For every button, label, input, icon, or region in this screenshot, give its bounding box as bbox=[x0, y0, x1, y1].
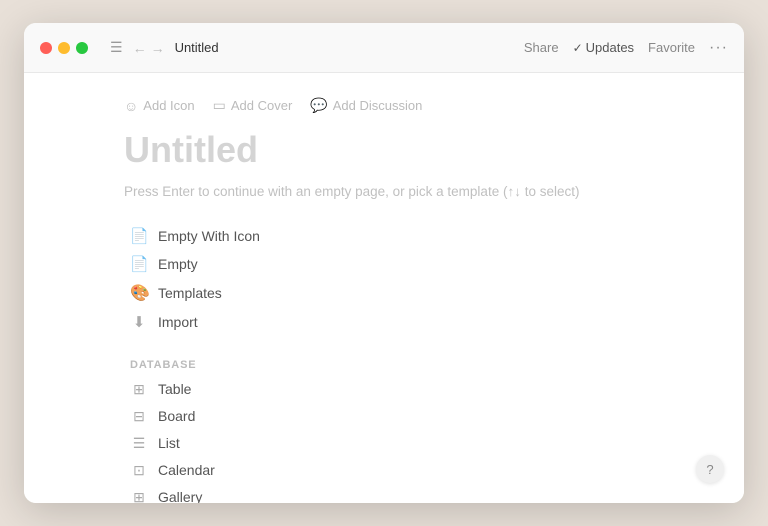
import-icon: ⬇ bbox=[130, 313, 148, 331]
menu-icon[interactable]: ☰ bbox=[110, 39, 123, 56]
close-button[interactable] bbox=[40, 42, 52, 54]
minimize-button[interactable] bbox=[58, 42, 70, 54]
empty-item[interactable]: 📄 Empty bbox=[124, 251, 644, 277]
database-list: ⊞ Table ⊟ Board ☰ List ⊡ Calendar ⊞ Ga bbox=[124, 377, 644, 503]
share-button[interactable]: Share bbox=[524, 40, 559, 55]
titlebar-left: ☰ ← → Untitled bbox=[40, 39, 219, 56]
templates-item[interactable]: 🎨 Templates bbox=[124, 279, 644, 307]
updates-button[interactable]: ✓ Updates bbox=[573, 40, 634, 55]
forward-arrow[interactable]: → bbox=[151, 40, 165, 56]
table-item[interactable]: ⊞ Table bbox=[124, 377, 644, 402]
help-button[interactable]: ? bbox=[696, 455, 724, 483]
favorite-button[interactable]: Favorite bbox=[648, 40, 695, 55]
calendar-item[interactable]: ⊡ Calendar bbox=[124, 458, 644, 483]
traffic-lights bbox=[40, 42, 88, 54]
list-item[interactable]: ☰ List bbox=[124, 431, 644, 456]
hint-text: Press Enter to continue with an empty pa… bbox=[124, 184, 644, 199]
titlebar-right: Share ✓ Updates Favorite ··· bbox=[524, 39, 728, 57]
calendar-icon: ⊡ bbox=[130, 462, 148, 479]
smiley-icon: ☺ bbox=[124, 98, 138, 114]
titlebar: ☰ ← → Untitled Share ✓ Updates Favorite … bbox=[24, 23, 744, 73]
list-icon: ☰ bbox=[130, 435, 148, 452]
main-content: ☺ Add Icon ▭ Add Cover 💬 Add Discussion … bbox=[24, 73, 744, 503]
add-cover-button[interactable]: ▭ Add Cover bbox=[213, 97, 293, 114]
table-icon: ⊞ bbox=[130, 381, 148, 398]
back-arrow[interactable]: ← bbox=[133, 40, 147, 56]
more-button[interactable]: ··· bbox=[709, 39, 728, 57]
page-heading[interactable]: Untitled bbox=[124, 130, 644, 170]
empty-with-icon-item[interactable]: 📄 Empty With Icon bbox=[124, 223, 644, 249]
comment-icon: 💬 bbox=[310, 97, 327, 114]
add-discussion-button[interactable]: 💬 Add Discussion bbox=[310, 97, 422, 114]
import-item[interactable]: ⬇ Import bbox=[124, 309, 644, 335]
database-section-label: DATABASE bbox=[124, 359, 644, 371]
board-item[interactable]: ⊟ Board bbox=[124, 404, 644, 429]
nav-arrows: ← → bbox=[133, 40, 165, 56]
meta-actions: ☺ Add Icon ▭ Add Cover 💬 Add Discussion bbox=[124, 97, 644, 114]
template-list: 📄 Empty With Icon 📄 Empty 🎨 Templates ⬇ … bbox=[124, 223, 644, 335]
gallery-icon: ⊞ bbox=[130, 489, 148, 503]
check-icon: ✓ bbox=[573, 41, 583, 55]
page-title-label: Untitled bbox=[175, 40, 219, 55]
gallery-item[interactable]: ⊞ Gallery bbox=[124, 485, 644, 503]
main-window: ☰ ← → Untitled Share ✓ Updates Favorite … bbox=[24, 23, 744, 503]
templates-icon: 🎨 bbox=[130, 283, 148, 303]
board-icon: ⊟ bbox=[130, 408, 148, 425]
document-icon: 📄 bbox=[130, 227, 148, 245]
maximize-button[interactable] bbox=[76, 42, 88, 54]
add-icon-button[interactable]: ☺ Add Icon bbox=[124, 97, 195, 114]
image-icon: ▭ bbox=[213, 97, 226, 114]
empty-document-icon: 📄 bbox=[130, 255, 148, 273]
